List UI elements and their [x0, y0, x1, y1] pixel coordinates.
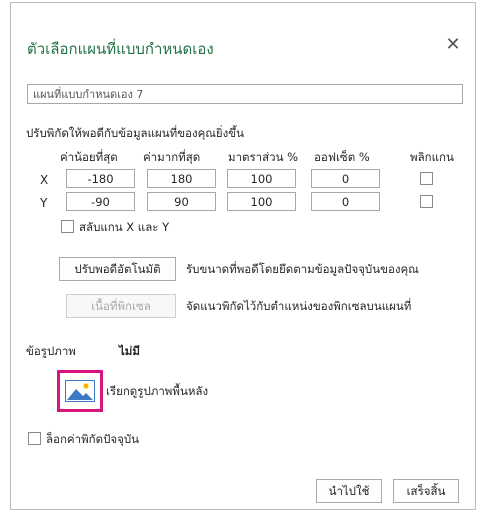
image-value: ไม่มี: [119, 344, 140, 358]
image-icon: [65, 380, 95, 402]
y-axis-label: Y: [40, 196, 48, 210]
done-button[interactable]: เสร็จสิ้น: [393, 479, 459, 503]
dialog-title: ตัวเลือกแผนที่แบบกำหนดเอง: [27, 40, 214, 58]
y-min-input[interactable]: [66, 192, 135, 211]
browse-image-button[interactable]: [57, 370, 103, 412]
y-scale-input[interactable]: [227, 192, 296, 211]
x-max-input[interactable]: [147, 169, 216, 188]
map-name-input[interactable]: [27, 84, 463, 104]
auto-fit-button[interactable]: ปรับพอดีอัตโนมัติ: [59, 257, 176, 281]
x-offset-input[interactable]: [311, 169, 380, 188]
lock-coordinates-label: ล็อกค่าพิกัดปัจจุบัน: [46, 432, 140, 446]
x-axis-label: X: [40, 173, 49, 187]
browse-image-label: เรียกดูรูปภาพพื้นหลัง: [106, 384, 209, 398]
coordinates-section-label: ปรับพิกัดให้พอดีกับข้อมูลแผนที่ของคุณยิ่…: [26, 126, 245, 140]
min-header: ค่าน้อยที่สุด: [60, 150, 118, 164]
close-icon[interactable]: ✕: [443, 35, 463, 55]
scale-header: มาตราส่วน %: [228, 150, 299, 164]
offset-header: ออฟเซ็ต %: [314, 150, 370, 164]
apply-button[interactable]: นำไปใช้: [316, 479, 382, 503]
image-label: ข้อรูปภาพ: [26, 344, 76, 358]
x-min-input[interactable]: [66, 169, 135, 188]
pixel-fill-button[interactable]: เนื้อที่พิกเซล: [66, 294, 176, 318]
x-flip-checkbox[interactable]: [420, 172, 433, 185]
x-scale-input[interactable]: [227, 169, 296, 188]
pixel-fill-description: จัดแนวพิกัดไว้กับตำแหน่งของพิกเซลบนแผนที…: [186, 299, 412, 313]
custom-map-options-dialog: ตัวเลือกแผนที่แบบกำหนดเอง ✕ ปรับพิกัดให้…: [10, 2, 476, 510]
y-offset-input[interactable]: [311, 192, 380, 211]
auto-fit-description: รับขนาดที่พอดีโดยยึดตามข้อมูลปัจจุบันของ…: [186, 262, 419, 276]
y-flip-checkbox[interactable]: [420, 195, 433, 208]
flip-header: พลิกแกน: [410, 150, 454, 164]
swap-axes-checkbox[interactable]: [61, 220, 74, 233]
lock-coordinates-checkbox[interactable]: [28, 432, 41, 445]
y-max-input[interactable]: [147, 192, 216, 211]
max-header: ค่ามากที่สุด: [143, 150, 201, 164]
swap-axes-label: สลับแกน X และ Y: [79, 220, 170, 234]
